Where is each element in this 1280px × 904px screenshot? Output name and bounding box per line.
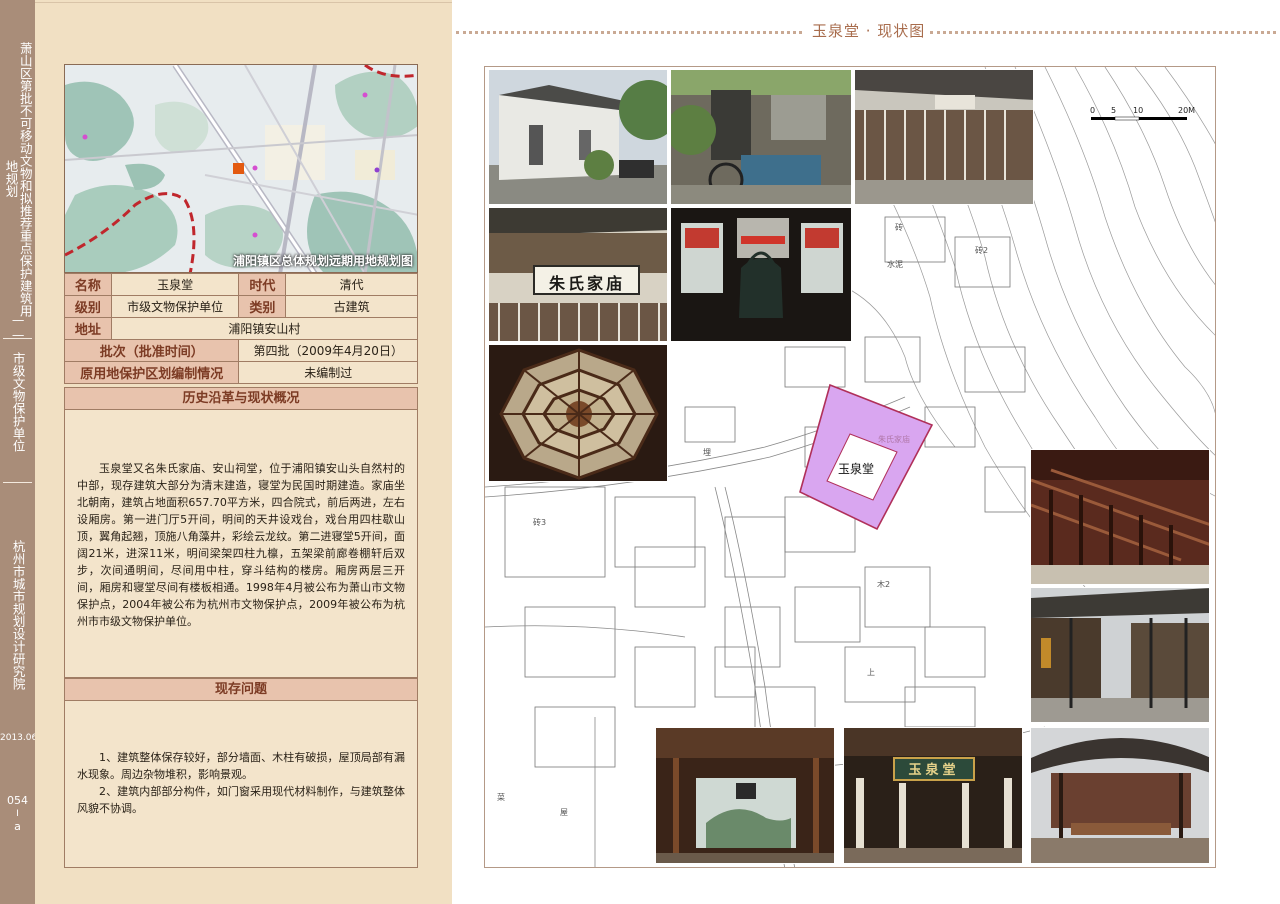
photo-tablets [670,69,852,205]
history-text: 玉泉堂又名朱氏家庙、安山祠堂，位于浦阳镇安山头自然村的中部，现存建筑大部分为清末… [77,462,405,628]
plan-label: 水泥 [887,260,903,269]
batch-value: 第四批（2009年4月20日） [238,339,418,362]
photo-courtyard [1030,587,1210,723]
issue-item-2: 2、建筑内部部分构件，如门窗采用现代材料制作，与建筑整体风貌不协调。 [77,785,405,815]
photo-stage [1030,727,1210,864]
level-value: 市级文物保护单位 [110,295,240,318]
sidebar-date: 2013.06 [0,733,38,743]
era-value: 清代 [285,273,418,296]
plan-label: 砖2 [975,246,989,255]
plan-label: 砖3 [533,518,547,527]
sidebar-institute: 杭州市城市规划设计研究院 [10,540,26,690]
plan-label: 木2 [877,580,891,589]
photo-notice-boards [670,207,852,342]
type-label: 类别 [238,295,287,318]
photo-hall-interior [655,727,835,864]
address-label: 地址 [64,317,112,340]
info-table: 名称 玉泉堂 时代 清代 级别 市级文物保护单位 类别 古建筑 地址 浦阳镇安山… [63,273,419,384]
plan-status-value: 未编制过 [238,361,418,384]
photo-gate-plaque: 朱氏家庙 [488,207,668,342]
era-label: 时代 [238,273,287,296]
plan-status-label: 原用地保护区划编制情况 [63,361,240,384]
title-dots-left [456,31,802,34]
sidebar-strip: 萧山区第批不可移动文物和拟推荐重点保护建筑用地规划 —— 市级文物保护单位 杭州… [0,0,38,904]
page-suffix: a [14,820,21,833]
scale-label: 10 [1133,106,1144,115]
photo-exterior [488,69,668,205]
scale-label: 0 [1090,106,1096,115]
plan-label: 埋 [703,448,711,457]
address-value: 浦阳镇安山村 [110,317,419,340]
site-plan: 0 5 10 20M 玉泉堂 朱氏家庙 水泥 砖 砖2 砖3 木2 上 埋 菜 … [484,66,1216,868]
page-title: 玉泉堂 · 现状图 [812,22,926,40]
batch-label: 批次（批准时间） [63,339,240,362]
issues-section: 1、建筑整体保存较好，部分墙面、木柱有破损，屋顶局部有漏水现象。周边杂物堆积，影… [64,701,418,868]
level-label: 级别 [64,295,112,318]
name-label: 名称 [64,273,112,296]
scale-label: 20M [1178,106,1196,115]
sidebar-series-title: 萧山区第批不可移动文物和拟推荐重点保护建筑用地规划 [3,41,33,317]
location-map: 浦阳镇区总体规划远期用地规划图 [64,64,418,273]
hall-plaque-text: 玉泉堂 [908,763,960,778]
sidebar-category: 市级文物保护单位 [10,352,26,452]
history-heading: 历史沿革与现状概况 [64,387,418,410]
issue-item-1: 1、建筑整体保存较好，部分墙面、木柱有破损，屋顶局部有漏水现象。周边杂物堆积，影… [77,751,405,781]
sidebar-divider [3,338,32,339]
site-label: 玉泉堂 [838,462,875,476]
scale-label: 5 [1111,106,1117,115]
scale-bar [1091,116,1187,121]
plan-label: 上 [867,668,875,677]
location-map-graphic [65,65,417,272]
map-caption: 浦阳镇区总体规划远期用地规划图 [232,254,413,268]
plan-label: 菜 [497,793,505,802]
history-section: 玉泉堂又名朱氏家庙、安山祠堂，位于浦阳镇安山头自然村的中部，现存建筑大部分为清末… [64,410,418,678]
page-number: 054 [7,794,28,807]
name-value: 玉泉堂 [110,273,240,296]
sidebar-dash: —— [10,312,26,342]
type-value: 古建筑 [285,295,418,318]
title-dots-right [930,31,1276,34]
top-rule [35,2,452,3]
photo-caisson-ceiling [488,344,668,482]
sidebar-divider [3,482,32,483]
plan-label: 屋 [560,808,568,817]
site-note: 朱氏家庙 [878,435,910,444]
photo-gallery [854,69,1034,205]
plaque-text: 朱氏家庙 [548,274,625,293]
plan-label: 砖 [895,223,903,232]
issues-heading: 现存问题 [64,678,418,701]
photo-eave-detail [1030,449,1210,585]
photo-main-hall: 玉泉堂 [843,727,1023,864]
